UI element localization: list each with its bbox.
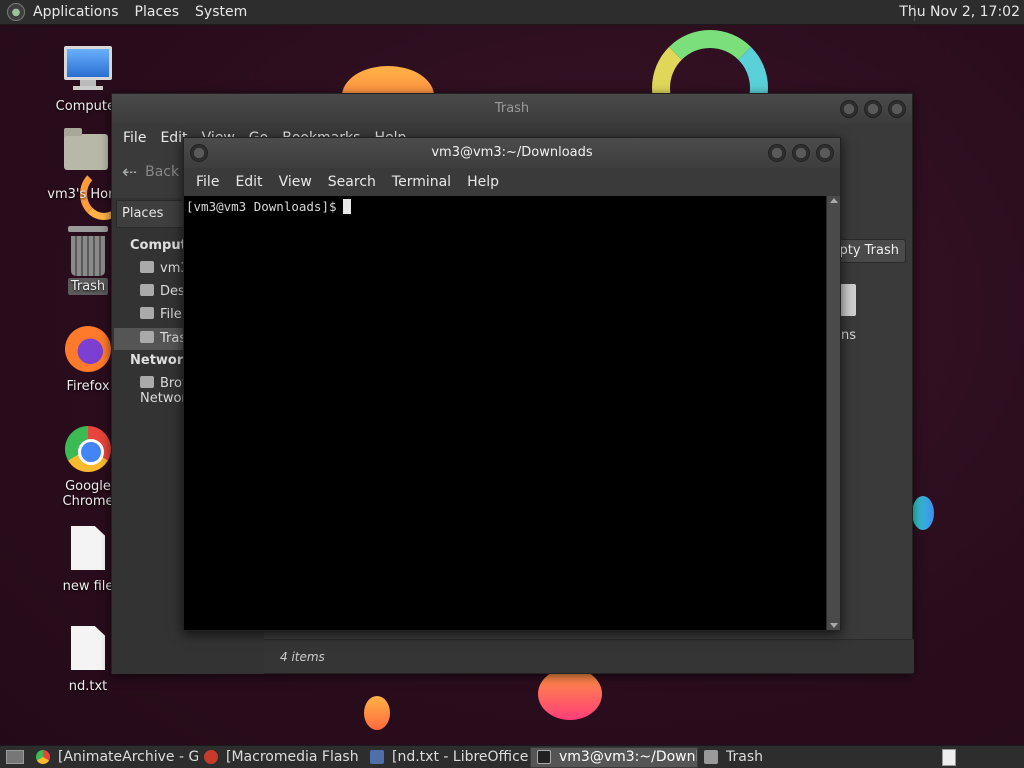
menu-places[interactable]: Places	[127, 4, 188, 20]
home-icon	[140, 261, 154, 273]
taskbar-item[interactable]: [Macromedia Flash ...	[198, 747, 364, 768]
network-icon	[140, 376, 154, 388]
top-panel: ● Applications Places System Thu Nov 2, …	[0, 0, 1024, 25]
maximize-button[interactable]	[792, 144, 810, 162]
back-button[interactable]: Back	[145, 164, 179, 180]
back-arrow-icon[interactable]: ⇠	[122, 162, 137, 183]
taskbar-item-active[interactable]: vm3@vm3:~/Downl...	[530, 746, 698, 768]
terminal-prompt: [vm3@vm3 Downloads]$	[186, 199, 337, 214]
wallpaper-blob-teal	[912, 496, 934, 530]
menu-file[interactable]: File	[116, 130, 153, 146]
minimize-button[interactable]	[768, 144, 786, 162]
scroll-down-icon[interactable]	[830, 623, 838, 628]
menu-view[interactable]: View	[271, 174, 320, 190]
clock[interactable]: Thu Nov 2, 17:02	[899, 4, 1020, 20]
distro-logo-icon[interactable]: ●	[7, 3, 25, 21]
minimize-button[interactable]	[840, 100, 858, 118]
desktop-icon-label: nd.txt	[68, 679, 108, 694]
terminal-icon	[537, 750, 551, 764]
window-menu-button[interactable]	[190, 144, 208, 162]
terminal-scrollbar[interactable]	[826, 196, 840, 630]
document-icon	[370, 750, 384, 764]
home-folder-icon	[64, 128, 112, 182]
wallpaper-blob-pink	[538, 668, 602, 720]
close-button[interactable]	[816, 144, 834, 162]
drive-icon	[140, 307, 154, 319]
desktop-icon-label: Firefox	[66, 379, 110, 394]
flash-icon	[204, 750, 218, 764]
taskbar-item[interactable]: Trash	[698, 747, 818, 768]
wallpaper-blob-small	[364, 696, 390, 730]
show-desktop-button[interactable]	[6, 750, 24, 764]
menu-file[interactable]: File	[188, 174, 227, 190]
desktop-icon-label: new file	[62, 579, 114, 594]
document-icon	[64, 526, 112, 574]
firefox-icon	[64, 326, 112, 374]
chrome-icon	[36, 750, 50, 764]
window-title: vm3@vm3:~/Downloads	[431, 145, 593, 160]
trash-small-icon	[140, 331, 154, 343]
trash-file-label: ns	[840, 328, 856, 343]
status-bar: 4 items	[264, 639, 914, 673]
chrome-icon	[64, 426, 112, 474]
close-button[interactable]	[888, 100, 906, 118]
terminal-window[interactable]: vm3@vm3:~/Downloads File Edit View Searc…	[183, 137, 841, 631]
desktop-icon	[140, 284, 154, 296]
menu-search[interactable]: Search	[320, 174, 384, 190]
desktop-background: Computer vm3's Home Trash Firefox Google…	[0, 0, 1024, 768]
computer-icon	[64, 46, 112, 94]
menu-applications[interactable]: Applications	[25, 4, 127, 20]
text-file-icon	[64, 626, 112, 674]
sidebar-item-home[interactable]: vm3	[140, 261, 189, 276]
maximize-button[interactable]	[864, 100, 882, 118]
desktop-icon-label: Trash	[67, 278, 109, 295]
menu-system[interactable]: System	[187, 4, 255, 20]
scroll-up-icon[interactable]	[830, 198, 838, 203]
window-title: Trash	[494, 101, 530, 116]
menu-edit[interactable]: Edit	[227, 174, 270, 190]
trash-icon	[64, 226, 112, 276]
taskbar: [AnimateArchive - G... [Macromedia Flash…	[0, 745, 1024, 768]
terminal-body[interactable]: [vm3@vm3 Downloads]$	[184, 196, 826, 630]
text-cursor	[342, 199, 351, 214]
terminal-menubar: File Edit View Search Terminal Help	[184, 168, 840, 196]
terminal-titlebar[interactable]: vm3@vm3:~/Downloads	[184, 138, 840, 168]
menu-help[interactable]: Help	[459, 174, 507, 190]
trash-titlebar[interactable]: Trash	[112, 94, 912, 124]
workspace-switcher[interactable]	[942, 749, 956, 766]
trash-icon	[704, 750, 718, 764]
menu-terminal[interactable]: Terminal	[384, 174, 459, 190]
taskbar-item[interactable]: [AnimateArchive - G...	[30, 747, 198, 768]
taskbar-item[interactable]: [nd.txt - LibreOffice ...	[364, 747, 530, 768]
